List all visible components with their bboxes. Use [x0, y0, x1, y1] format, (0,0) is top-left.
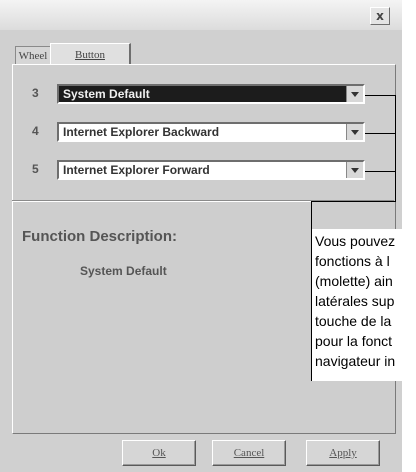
callout-line: touche de la — [315, 313, 392, 329]
cancel-button-label: Cancel — [233, 447, 265, 459]
callout-line: latérales sup — [315, 293, 395, 309]
ok-button[interactable]: Ok — [122, 440, 196, 466]
cancel-button[interactable]: Cancel — [212, 440, 286, 466]
button-5-function-value: Internet Explorer Forward — [63, 163, 210, 177]
apply-button-label: Apply — [329, 447, 357, 459]
button-4-function-value: Internet Explorer Backward — [63, 125, 220, 139]
callout-text: Vous pouvez fonctions à l (molette) ain … — [315, 231, 395, 371]
button-3-function-value: System Default — [63, 87, 150, 101]
close-icon: x — [376, 9, 384, 23]
button-3-function-select[interactable]: System Default — [57, 84, 365, 104]
annotation-callout: Vous pouvez fonctions à l (molette) ain … — [311, 229, 416, 381]
callout-line: (molette) ain — [315, 273, 393, 289]
leader-line-4 — [365, 133, 395, 134]
chevron-down-icon[interactable] — [346, 124, 363, 140]
title-bar: x — [0, 0, 402, 30]
leader-line-vertical — [395, 95, 396, 202]
tab-wheel[interactable]: Wheel — [15, 46, 51, 65]
button-3-number: 3 — [32, 86, 39, 100]
button-4-function-select[interactable]: Internet Explorer Backward — [57, 122, 365, 142]
callout-line: fonctions à l — [315, 253, 390, 269]
callout-line: Vous pouvez — [315, 233, 396, 249]
chevron-down-icon[interactable] — [346, 162, 363, 178]
callout-line: pour la fonct — [315, 333, 393, 349]
leader-line-3 — [365, 95, 395, 96]
tab-wheel-label: Wheel — [18, 50, 48, 62]
button-5-function-select[interactable]: Internet Explorer Forward — [57, 160, 365, 180]
function-description-title: Function Description: — [22, 228, 177, 245]
leader-line-drop — [311, 201, 312, 229]
button-4-number: 4 — [32, 124, 39, 138]
close-button[interactable]: x — [370, 7, 390, 25]
chevron-down-icon[interactable] — [346, 86, 363, 102]
tab-button-label: Button — [75, 48, 105, 61]
apply-button[interactable]: Apply — [306, 440, 380, 466]
function-description-value: System Default — [80, 264, 167, 278]
callout-line: navigateur in — [315, 353, 396, 369]
leader-line-5 — [365, 171, 395, 172]
ok-button-label: Ok — [152, 447, 166, 459]
tab-button[interactable]: Button — [50, 43, 131, 65]
leader-line-horizontal — [311, 201, 396, 202]
button-5-number: 5 — [32, 162, 39, 176]
